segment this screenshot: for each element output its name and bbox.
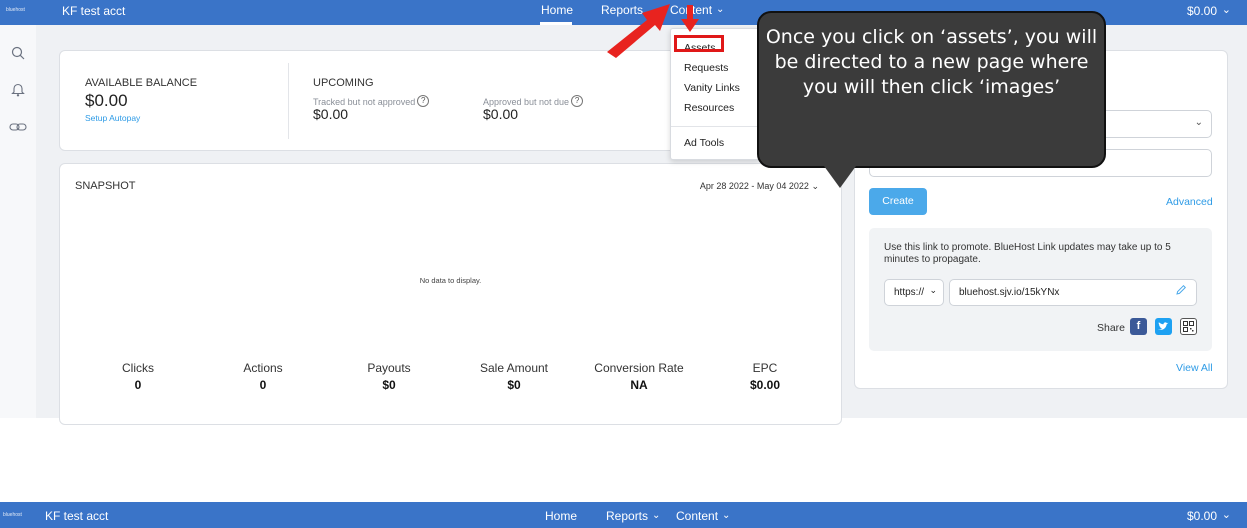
divider bbox=[288, 63, 289, 139]
annotation-arrow-icon bbox=[607, 4, 670, 58]
approved-value: $0.00 bbox=[483, 106, 519, 122]
header-balance[interactable]: $0.00 bbox=[1187, 4, 1217, 18]
stat-label: EPC bbox=[752, 361, 778, 375]
chevron-down-icon: ⌄ bbox=[1194, 117, 1203, 128]
nav-reports[interactable]: Reports bbox=[606, 509, 648, 523]
nav-home[interactable]: Home bbox=[545, 509, 577, 523]
help-icon[interactable]: ? bbox=[571, 94, 584, 107]
stat-actions: Actions 0 bbox=[213, 361, 313, 392]
menu-item-ad-tools[interactable]: Ad Tools bbox=[684, 137, 724, 149]
stat-value: NA bbox=[630, 378, 648, 392]
stat-value: 0 bbox=[259, 378, 267, 392]
menu-divider bbox=[671, 126, 761, 127]
brand-logo[interactable]: bluehost bbox=[6, 7, 25, 13]
header-balance[interactable]: $0.00 bbox=[1187, 509, 1217, 523]
setup-autopay-link[interactable]: Setup Autopay bbox=[85, 113, 140, 123]
stat-payouts: Payouts $0 bbox=[339, 361, 439, 392]
tutorial-callout: Once you click on ‘assets’, you will be … bbox=[757, 11, 1106, 168]
balance-card: AVAILABLE BALANCE $0.00 Setup Autopay UP… bbox=[59, 50, 689, 151]
stat-label: Clicks bbox=[122, 361, 154, 375]
stat-conversion-rate: Conversion Rate NA bbox=[589, 361, 689, 392]
protocol-value: https:// bbox=[894, 287, 925, 298]
menu-item-resources[interactable]: Resources bbox=[684, 102, 734, 114]
nav-home[interactable]: Home bbox=[541, 3, 573, 17]
chevron-down-icon[interactable]: ⌄ bbox=[1222, 508, 1231, 521]
snapshot-title: SNAPSHOT bbox=[75, 180, 136, 192]
facebook-icon[interactable]: f bbox=[1130, 318, 1147, 335]
stat-value: $0 bbox=[382, 378, 396, 392]
chevron-down-icon: ⌄ bbox=[929, 285, 937, 295]
qr-code-icon[interactable] bbox=[1180, 318, 1197, 335]
assets-highlight-box bbox=[674, 35, 724, 52]
protocol-select[interactable]: https:// ⌄ bbox=[884, 279, 944, 306]
pencil-icon[interactable] bbox=[1175, 284, 1187, 299]
stat-label: Payouts bbox=[367, 361, 411, 375]
empty-state-message: No data to display. bbox=[419, 276, 482, 285]
stat-value: $0 bbox=[507, 378, 521, 392]
share-label: Share bbox=[1097, 322, 1126, 334]
bottom-navbar: bluehost KF test acct Home Reports ⌄ Con… bbox=[0, 502, 1247, 528]
chevron-down-icon: ⌄ bbox=[811, 181, 819, 191]
left-rail bbox=[0, 25, 36, 418]
available-balance-label: AVAILABLE BALANCE bbox=[85, 77, 198, 89]
create-button[interactable]: Create bbox=[869, 188, 927, 215]
stat-sale-amount: Sale Amount $0 bbox=[464, 361, 564, 392]
upcoming-label: UPCOMING bbox=[313, 77, 374, 89]
menu-item-vanity-links[interactable]: Vanity Links bbox=[684, 82, 740, 94]
stat-label: Actions bbox=[243, 361, 283, 375]
promo-panel: Use this link to promote. BlueHost Link … bbox=[869, 228, 1212, 351]
chevron-down-icon[interactable]: ⌄ bbox=[652, 510, 660, 521]
tracking-link-value: bluehost.sjv.io/15kYNx bbox=[959, 287, 1060, 298]
link-icon[interactable] bbox=[8, 117, 28, 137]
chevron-down-icon[interactable]: ⌄ bbox=[722, 510, 730, 521]
chevron-down-icon[interactable]: ⌄ bbox=[716, 4, 724, 15]
menu-item-requests[interactable]: Requests bbox=[684, 62, 728, 74]
snapshot-card: SNAPSHOT Apr 28 2022 - May 04 2022 ⌄ No … bbox=[59, 163, 842, 425]
stat-value: $0.00 bbox=[749, 378, 781, 392]
tracked-value: $0.00 bbox=[313, 106, 349, 122]
stat-clicks: Clicks 0 bbox=[88, 361, 188, 392]
stat-label: Conversion Rate bbox=[594, 361, 684, 375]
account-name[interactable]: KF test acct bbox=[62, 4, 125, 18]
promo-text: Use this link to promote. BlueHost Link … bbox=[884, 242, 1171, 265]
stat-value: 0 bbox=[134, 378, 142, 392]
annotation-down-arrow-icon bbox=[681, 5, 699, 32]
search-icon[interactable] bbox=[8, 43, 28, 63]
account-name[interactable]: KF test acct bbox=[45, 509, 108, 523]
nav-content[interactable]: Content bbox=[676, 509, 718, 523]
date-range-picker[interactable]: Apr 28 2022 - May 04 2022 ⌄ bbox=[700, 181, 819, 192]
date-range-value: Apr 28 2022 - May 04 2022 bbox=[699, 181, 809, 191]
chevron-down-icon[interactable]: ⌄ bbox=[1222, 3, 1231, 16]
twitter-icon[interactable] bbox=[1155, 318, 1172, 335]
advanced-link[interactable]: Advanced bbox=[1166, 196, 1213, 208]
available-balance-value: $0.00 bbox=[85, 91, 128, 110]
callout-pointer bbox=[824, 166, 856, 188]
bell-icon[interactable] bbox=[8, 79, 28, 99]
stat-label: Sale Amount bbox=[479, 361, 549, 375]
stat-epc: EPC $0.00 bbox=[715, 361, 815, 392]
tracking-link-field[interactable]: bluehost.sjv.io/15kYNx bbox=[949, 279, 1197, 306]
view-all-link[interactable]: View All bbox=[1176, 362, 1213, 374]
brand-logo[interactable]: bluehost bbox=[3, 512, 22, 518]
help-icon[interactable]: ? bbox=[417, 94, 430, 107]
